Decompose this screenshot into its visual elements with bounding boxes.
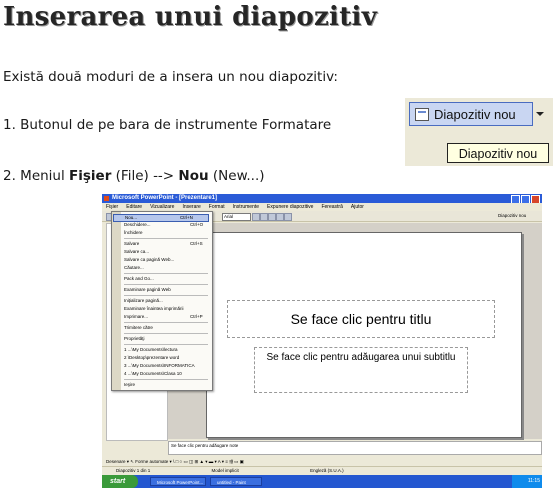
notes-pane[interactable]: Se face clic pentru adăugare note [168, 441, 542, 455]
menu-item-print-preview[interactable]: Examinare înaintea imprimării [124, 306, 184, 312]
menu-item[interactable]: Expunere diapozitive [267, 204, 313, 210]
menu-item[interactable]: Format [209, 204, 225, 210]
intro-text: Există două moduri de a insera un nou di… [3, 69, 338, 85]
menu-separator [124, 295, 208, 296]
new-slide-tooltip: Diapozitiv nou [447, 143, 549, 163]
menu-item[interactable]: Fişier [106, 204, 118, 210]
start-button[interactable]: start [102, 475, 138, 488]
menu-item-label: Imprimare... [124, 314, 149, 319]
menu-separator [124, 344, 208, 345]
menu-item-close[interactable]: Închidere [124, 230, 143, 236]
menu-item-search[interactable]: Căutare... [124, 265, 144, 271]
title-placeholder[interactable]: Se face clic pentru titlu [227, 300, 495, 338]
new-slide-toolbar-button[interactable]: Diapozitiv nou [498, 212, 538, 219]
bold-icon[interactable] [252, 213, 260, 221]
menu-file-word: Fişier [69, 168, 112, 184]
menu-item-page-setup[interactable]: Iniţializare pagină... [124, 298, 163, 304]
window-titlebar: Microsoft PowerPoint - [Prezentare1] [102, 194, 542, 204]
status-design: Model implicit [211, 468, 239, 473]
menu-item[interactable]: Editare [126, 204, 142, 210]
menu-separator [124, 333, 208, 334]
taskbar: start Microsoft PowerPoint... untitled -… [102, 475, 542, 488]
menu-item-send-to[interactable]: Trimitere către [124, 325, 153, 331]
menu-bar: Fişier Editare Vizualizare Inserare Format In… [102, 203, 542, 211]
taskbar-item[interactable]: Microsoft PowerPoint... [150, 477, 206, 486]
slide-canvas[interactable]: Se face clic pentru titlu Se face clic p… [206, 232, 522, 438]
menu-item-open[interactable]: Deschidere... Ctrl+O [124, 222, 203, 228]
menu-file-english: (File) --> [111, 168, 179, 184]
status-language: Engleză (S.U.A.) [310, 468, 344, 473]
menu-item[interactable]: Vizualizare [150, 204, 174, 210]
subtitle-placeholder[interactable]: Se face clic pentru adăugarea unui subti… [254, 347, 468, 393]
menu-separator [124, 284, 208, 285]
new-slide-button-label: Diapozitiv nou [434, 107, 516, 122]
system-tray-clock: 11:15 [512, 475, 542, 488]
menu-separator [124, 379, 208, 380]
menu-item-new[interactable]: Nou... Ctrl+N [113, 214, 209, 222]
menu-item-label: Deschidere... [124, 222, 151, 227]
powerpoint-screenshot: Microsoft PowerPoint - [Prezentare1] Fiş… [102, 194, 542, 488]
menu-item[interactable]: Fereastră [321, 204, 342, 210]
menu-new-english: (New...) [208, 168, 265, 184]
taskbar-item[interactable]: untitled - Paint [210, 477, 262, 486]
menu-item-recent-2[interactable]: 2 \Desktop\prezentare word [124, 355, 179, 361]
menu-item-label: Salvare [124, 241, 140, 246]
method-1-text: 1. Butonul de pe bara de instrumente For… [3, 117, 332, 133]
menu-item-print[interactable]: Imprimare... Ctrl+P [124, 314, 203, 320]
method-2-text: 2. Meniul Fişier (File) --> Nou (New...) [3, 167, 363, 185]
menu-item-web-preview[interactable]: Examinare pagină Web [124, 287, 171, 293]
status-bar: Diapozitiv 1 din 1 Model implicit Englez… [102, 466, 542, 474]
menu-shortcut: Ctrl+S [190, 241, 203, 246]
menu-shortcut: Ctrl+O [190, 222, 204, 227]
file-menu-dropdown: Nou... Ctrl+N Deschidere... Ctrl+O Închide… [111, 211, 213, 391]
drawing-toolbar[interactable]: Desenare ▾ ↖ Forme automate ▾ \ □ ○ ▭ ◫ … [102, 457, 542, 466]
menu-icon-strip [112, 212, 121, 390]
menu-item[interactable]: Instrumente [233, 204, 259, 210]
menu-new-word: Nou [178, 168, 209, 184]
underline-icon[interactable] [268, 213, 276, 221]
new-slide-button[interactable]: Diapozitiv nou [409, 102, 533, 126]
menu-separator [124, 273, 208, 274]
menu-item-properties[interactable]: Proprietăţi [124, 336, 145, 342]
menu-shortcut: Ctrl+N [180, 215, 193, 220]
menu-item[interactable]: Inserare [182, 204, 200, 210]
italic-icon[interactable] [260, 213, 268, 221]
menu-item-exit[interactable]: Ieşire [124, 382, 135, 388]
menu-item-recent-1[interactable]: 1 ...\My Documents\lectura [124, 347, 178, 353]
align-center-icon[interactable] [284, 213, 292, 221]
window-title: Microsoft PowerPoint - [Prezentare1] [112, 195, 218, 201]
method-2-prefix: 2. Meniul [3, 168, 70, 184]
align-left-icon[interactable] [276, 213, 284, 221]
menu-item-label: Nou... [125, 215, 138, 220]
font-name-box[interactable]: Arial [222, 213, 251, 221]
new-slide-icon [415, 108, 429, 121]
menu-separator [124, 238, 208, 239]
status-slide: Diapozitiv 1 din 1 [116, 468, 151, 473]
menu-shortcut: Ctrl+P [190, 314, 203, 319]
menu-item-recent-3[interactable]: 3 ...\My Documents\INFORMATICA [124, 363, 195, 369]
menu-item-pack-and-go[interactable]: Pack and Go... [124, 276, 154, 282]
menu-item-save[interactable]: Salvare Ctrl+S [124, 241, 203, 247]
menu-item-save-as[interactable]: Salvare ca... [124, 249, 149, 255]
menu-item[interactable]: Ajutor [351, 204, 364, 210]
slide-editing-area: Se face clic pentru titlu Se face clic p… [168, 223, 542, 439]
new-slide-button-sample: Diapozitiv nou Diapozitiv nou [405, 98, 553, 166]
menu-item-save-as-web[interactable]: Salvare ca pagină Web... [124, 257, 174, 263]
page-title: Inserarea unui diapozitiv [3, 2, 378, 32]
menu-item-recent-4[interactable]: 4 ...\My Documents\Clasa 10 [124, 371, 182, 377]
chevron-down-icon[interactable] [536, 112, 544, 116]
menu-separator [124, 322, 208, 323]
